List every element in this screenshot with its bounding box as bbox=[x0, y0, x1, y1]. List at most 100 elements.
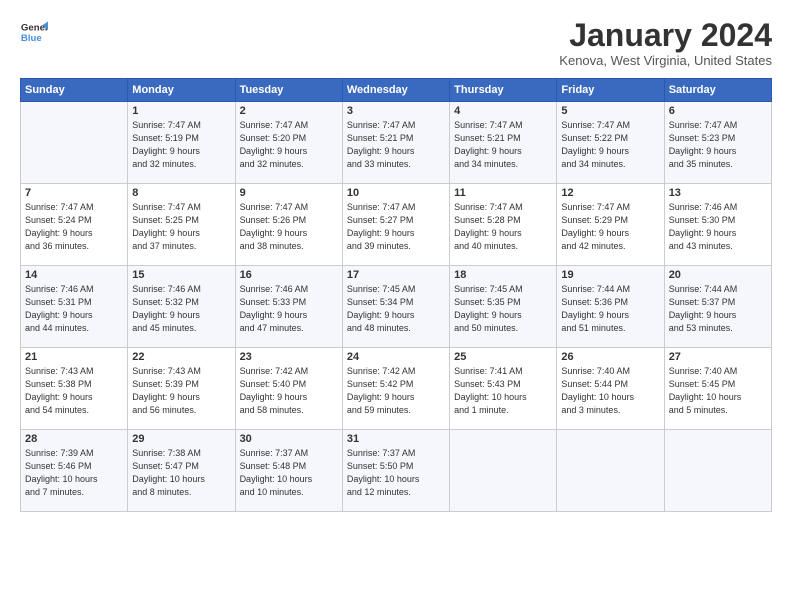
calendar-table: SundayMondayTuesdayWednesdayThursdayFrid… bbox=[20, 78, 772, 512]
day-info: Sunrise: 7:44 AM Sunset: 5:37 PM Dayligh… bbox=[669, 283, 767, 335]
day-info: Sunrise: 7:47 AM Sunset: 5:24 PM Dayligh… bbox=[25, 201, 123, 253]
day-number: 27 bbox=[669, 351, 767, 363]
day-info: Sunrise: 7:42 AM Sunset: 5:40 PM Dayligh… bbox=[240, 365, 338, 417]
header-cell-sunday: Sunday bbox=[21, 79, 128, 102]
day-number: 4 bbox=[454, 105, 552, 117]
calendar-cell: 29Sunrise: 7:38 AM Sunset: 5:47 PM Dayli… bbox=[128, 430, 235, 512]
day-info: Sunrise: 7:40 AM Sunset: 5:44 PM Dayligh… bbox=[561, 365, 659, 417]
day-info: Sunrise: 7:47 AM Sunset: 5:21 PM Dayligh… bbox=[347, 119, 445, 171]
svg-text:General: General bbox=[21, 22, 48, 33]
day-number: 17 bbox=[347, 269, 445, 281]
day-info: Sunrise: 7:47 AM Sunset: 5:20 PM Dayligh… bbox=[240, 119, 338, 171]
day-info: Sunrise: 7:45 AM Sunset: 5:34 PM Dayligh… bbox=[347, 283, 445, 335]
day-info: Sunrise: 7:47 AM Sunset: 5:26 PM Dayligh… bbox=[240, 201, 338, 253]
day-info: Sunrise: 7:40 AM Sunset: 5:45 PM Dayligh… bbox=[669, 365, 767, 417]
day-number: 29 bbox=[132, 433, 230, 445]
header-cell-friday: Friday bbox=[557, 79, 664, 102]
calendar-cell: 14 Sunrise: 7:46 AM Sunset: 5:31 PM Dayli… bbox=[21, 266, 128, 348]
day-number: 15 bbox=[132, 269, 230, 281]
day-number: 9 bbox=[240, 187, 338, 199]
calendar-header: SundayMondayTuesdayWednesdayThursdayFrid… bbox=[21, 79, 772, 102]
day-info: Sunrise: 7:47 AM Sunset: 5:21 PM Dayligh… bbox=[454, 119, 552, 171]
day-number: 18 bbox=[454, 269, 552, 281]
day-number: 23 bbox=[240, 351, 338, 363]
calendar-cell: 23 Sunrise: 7:42 AM Sunset: 5:40 PM Dayli… bbox=[235, 348, 342, 430]
calendar-cell: 18 Sunrise: 7:45 AM Sunset: 5:35 PM Dayli… bbox=[450, 266, 557, 348]
day-number: 11 bbox=[454, 187, 552, 199]
header: General Blue January 2024 Kenova, West V… bbox=[20, 18, 772, 68]
logo-icon: General Blue bbox=[20, 18, 48, 46]
header-cell-wednesday: Wednesday bbox=[342, 79, 449, 102]
week-row-3: 14 Sunrise: 7:46 AM Sunset: 5:31 PM Dayli… bbox=[21, 266, 772, 348]
day-number: 24 bbox=[347, 351, 445, 363]
day-number: 25 bbox=[454, 351, 552, 363]
day-info: Sunrise: 7:46 AM Sunset: 5:31 PM Dayligh… bbox=[25, 283, 123, 335]
calendar-cell: 11Sunrise: 7:47 AM Sunset: 5:28 PM Dayli… bbox=[450, 184, 557, 266]
day-info: Sunrise: 7:47 AM Sunset: 5:22 PM Dayligh… bbox=[561, 119, 659, 171]
day-info: Sunrise: 7:47 AM Sunset: 5:23 PM Dayligh… bbox=[669, 119, 767, 171]
calendar-cell bbox=[21, 102, 128, 184]
day-info: Sunrise: 7:45 AM Sunset: 5:35 PM Dayligh… bbox=[454, 283, 552, 335]
week-row-4: 21Sunrise: 7:43 AM Sunset: 5:38 PM Dayli… bbox=[21, 348, 772, 430]
day-info: Sunrise: 7:47 AM Sunset: 5:29 PM Dayligh… bbox=[561, 201, 659, 253]
calendar-cell: 13 Sunrise: 7:46 AM Sunset: 5:30 PM Dayli… bbox=[664, 184, 771, 266]
calendar-cell: 6 Sunrise: 7:47 AM Sunset: 5:23 PM Daylig… bbox=[664, 102, 771, 184]
day-info: Sunrise: 7:47 AM Sunset: 5:27 PM Dayligh… bbox=[347, 201, 445, 253]
calendar-cell: 4 Sunrise: 7:47 AM Sunset: 5:21 PM Daylig… bbox=[450, 102, 557, 184]
location: Kenova, West Virginia, United States bbox=[559, 53, 772, 68]
day-info: Sunrise: 7:46 AM Sunset: 5:32 PM Dayligh… bbox=[132, 283, 230, 335]
calendar-cell: 31 Sunrise: 7:37 AM Sunset: 5:50 PM Dayli… bbox=[342, 430, 449, 512]
week-row-5: 28 Sunrise: 7:39 AM Sunset: 5:46 PM Dayli… bbox=[21, 430, 772, 512]
calendar-cell bbox=[664, 430, 771, 512]
day-info: Sunrise: 7:46 AM Sunset: 5:30 PM Dayligh… bbox=[669, 201, 767, 253]
calendar-cell: 8Sunrise: 7:47 AM Sunset: 5:25 PM Daylig… bbox=[128, 184, 235, 266]
day-info: Sunrise: 7:46 AM Sunset: 5:33 PM Dayligh… bbox=[240, 283, 338, 335]
calendar-cell: 19Sunrise: 7:44 AM Sunset: 5:36 PM Dayli… bbox=[557, 266, 664, 348]
week-row-2: 7 Sunrise: 7:47 AM Sunset: 5:24 PM Daylig… bbox=[21, 184, 772, 266]
header-cell-tuesday: Tuesday bbox=[235, 79, 342, 102]
calendar-cell: 1Sunrise: 7:47 AM Sunset: 5:19 PM Daylig… bbox=[128, 102, 235, 184]
calendar-body: 1Sunrise: 7:47 AM Sunset: 5:19 PM Daylig… bbox=[21, 102, 772, 512]
day-info: Sunrise: 7:42 AM Sunset: 5:42 PM Dayligh… bbox=[347, 365, 445, 417]
month-title: January 2024 bbox=[559, 18, 772, 53]
calendar-cell: 10 Sunrise: 7:47 AM Sunset: 5:27 PM Dayli… bbox=[342, 184, 449, 266]
day-number: 5 bbox=[561, 105, 659, 117]
day-number: 10 bbox=[347, 187, 445, 199]
page-container: General Blue January 2024 Kenova, West V… bbox=[0, 0, 792, 522]
day-info: Sunrise: 7:43 AM Sunset: 5:39 PM Dayligh… bbox=[132, 365, 230, 417]
day-number: 1 bbox=[132, 105, 230, 117]
day-info: Sunrise: 7:37 AM Sunset: 5:50 PM Dayligh… bbox=[347, 447, 445, 499]
logo: General Blue bbox=[20, 18, 48, 46]
day-number: 7 bbox=[25, 187, 123, 199]
calendar-cell: 17 Sunrise: 7:45 AM Sunset: 5:34 PM Dayli… bbox=[342, 266, 449, 348]
calendar-cell: 9 Sunrise: 7:47 AM Sunset: 5:26 PM Daylig… bbox=[235, 184, 342, 266]
calendar-cell: 24 Sunrise: 7:42 AM Sunset: 5:42 PM Dayli… bbox=[342, 348, 449, 430]
day-number: 28 bbox=[25, 433, 123, 445]
header-row: SundayMondayTuesdayWednesdayThursdayFrid… bbox=[21, 79, 772, 102]
svg-text:Blue: Blue bbox=[21, 33, 42, 44]
calendar-cell: 15 Sunrise: 7:46 AM Sunset: 5:32 PM Dayli… bbox=[128, 266, 235, 348]
day-info: Sunrise: 7:41 AM Sunset: 5:43 PM Dayligh… bbox=[454, 365, 552, 417]
calendar-cell: 22 Sunrise: 7:43 AM Sunset: 5:39 PM Dayli… bbox=[128, 348, 235, 430]
week-row-1: 1Sunrise: 7:47 AM Sunset: 5:19 PM Daylig… bbox=[21, 102, 772, 184]
header-cell-monday: Monday bbox=[128, 79, 235, 102]
day-number: 12 bbox=[561, 187, 659, 199]
day-number: 16 bbox=[240, 269, 338, 281]
calendar-cell: 5 Sunrise: 7:47 AM Sunset: 5:22 PM Daylig… bbox=[557, 102, 664, 184]
day-number: 20 bbox=[669, 269, 767, 281]
calendar-cell: 3 Sunrise: 7:47 AM Sunset: 5:21 PM Daylig… bbox=[342, 102, 449, 184]
day-number: 14 bbox=[25, 269, 123, 281]
calendar-cell: 2Sunrise: 7:47 AM Sunset: 5:20 PM Daylig… bbox=[235, 102, 342, 184]
day-number: 31 bbox=[347, 433, 445, 445]
day-number: 22 bbox=[132, 351, 230, 363]
day-number: 3 bbox=[347, 105, 445, 117]
header-cell-thursday: Thursday bbox=[450, 79, 557, 102]
calendar-cell: 16 Sunrise: 7:46 AM Sunset: 5:33 PM Dayli… bbox=[235, 266, 342, 348]
day-number: 13 bbox=[669, 187, 767, 199]
day-number: 6 bbox=[669, 105, 767, 117]
day-info: Sunrise: 7:39 AM Sunset: 5:46 PM Dayligh… bbox=[25, 447, 123, 499]
calendar-cell: 26 Sunrise: 7:40 AM Sunset: 5:44 PM Dayli… bbox=[557, 348, 664, 430]
day-number: 26 bbox=[561, 351, 659, 363]
calendar-cell: 12 Sunrise: 7:47 AM Sunset: 5:29 PM Dayli… bbox=[557, 184, 664, 266]
calendar-cell bbox=[450, 430, 557, 512]
